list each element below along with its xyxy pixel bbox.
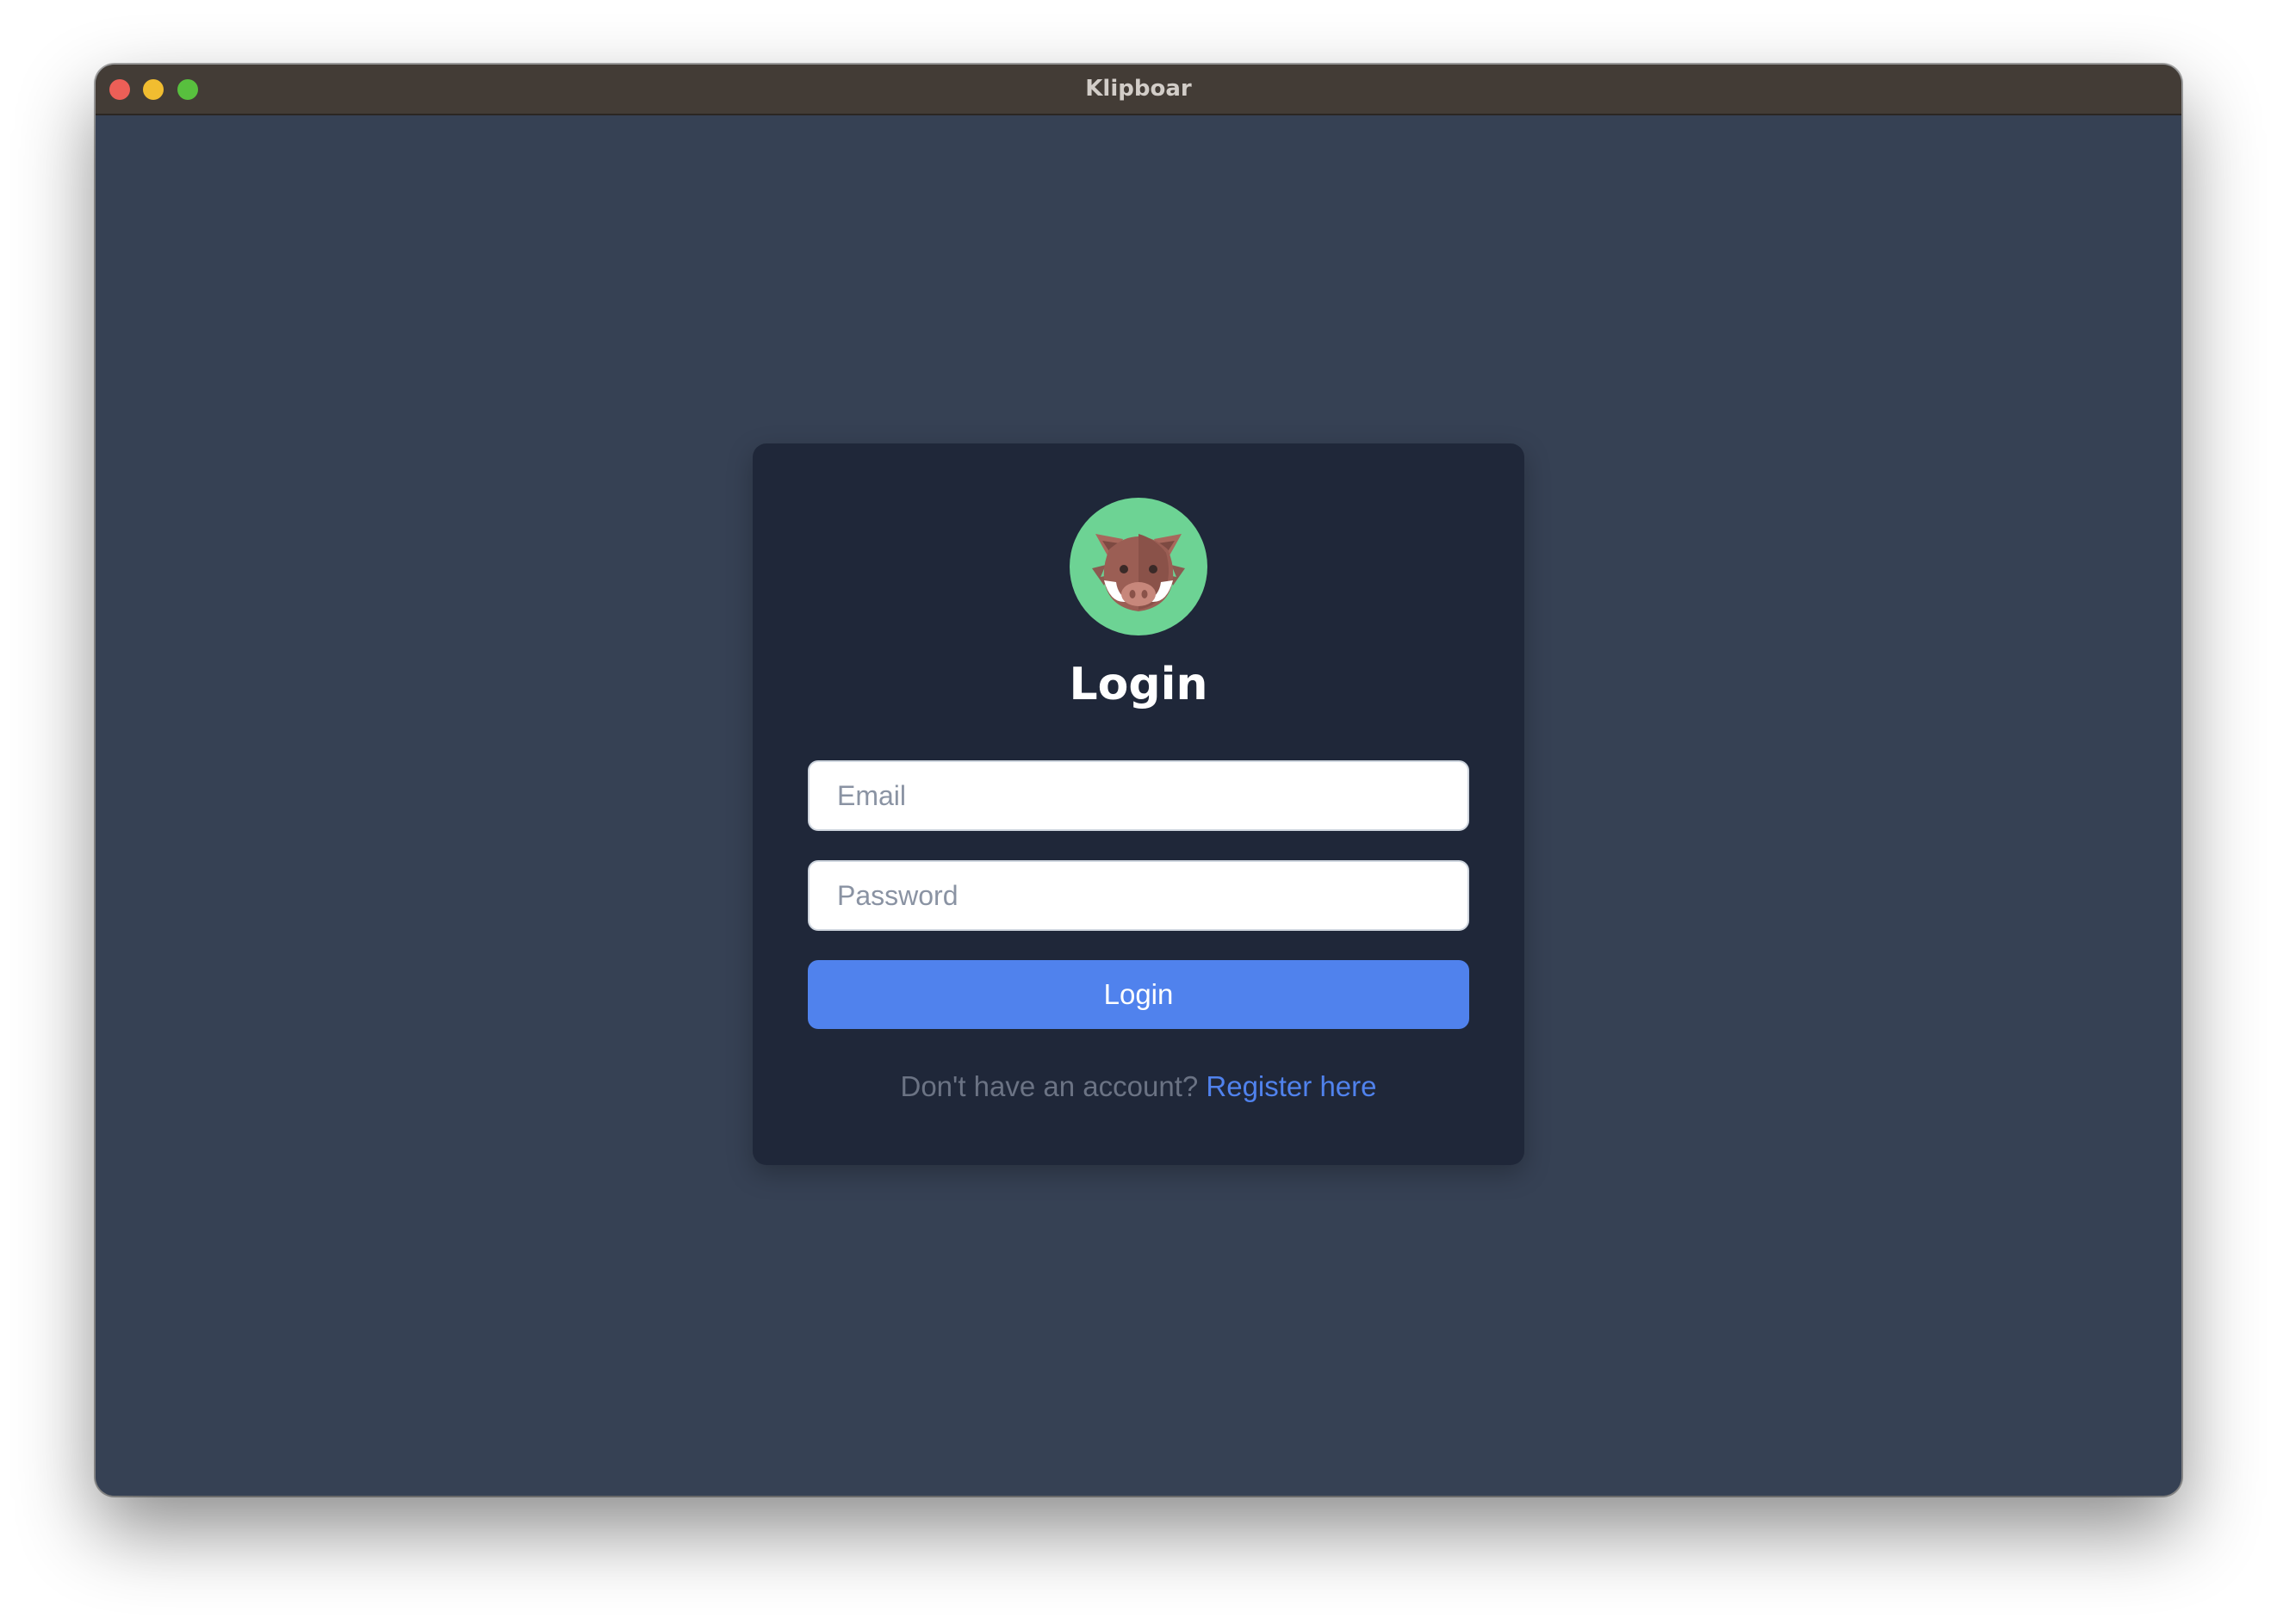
- app-window: Klipboar Login Email Login Don't have an…: [96, 65, 2181, 1496]
- main-content: Login Login Don't have an account? Regis…: [96, 115, 2181, 1496]
- login-button[interactable]: Login: [808, 960, 1469, 1029]
- boar-icon: [1070, 498, 1207, 635]
- register-prompt: Don't have an account? Register here: [753, 1070, 1524, 1103]
- title-bar[interactable]: Klipboar: [96, 65, 2181, 115]
- login-title: Login: [1069, 659, 1208, 710]
- password-input[interactable]: [808, 860, 1469, 931]
- login-card: Login Login Don't have an account? Regis…: [753, 443, 1524, 1165]
- email-input[interactable]: [808, 760, 1469, 831]
- register-link[interactable]: Register here: [1206, 1070, 1376, 1102]
- window-title: Klipboar: [1085, 76, 1192, 102]
- register-prompt-text: Don't have an account?: [900, 1070, 1199, 1102]
